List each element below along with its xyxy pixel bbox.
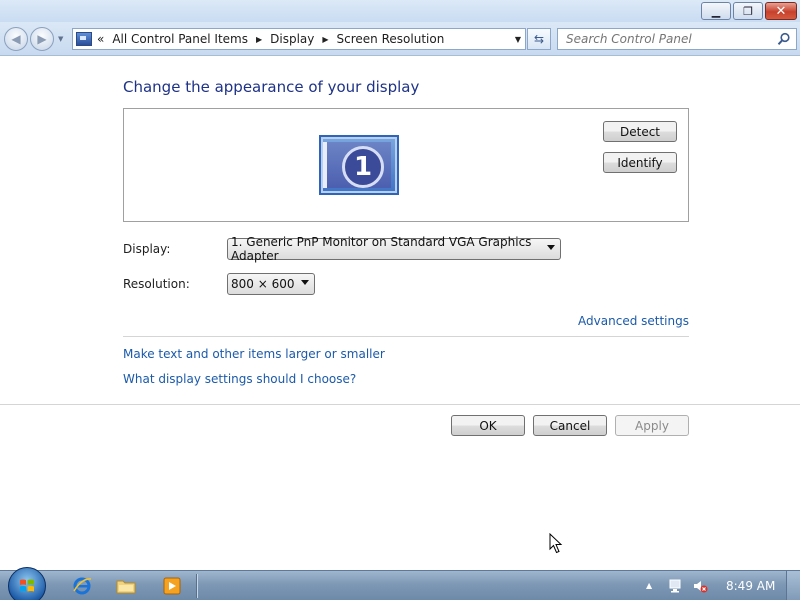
refresh-icon: ⇆ <box>533 32 545 46</box>
close-button[interactable]: ✕ <box>765 2 797 20</box>
ok-button[interactable]: OK <box>451 415 525 436</box>
control-panel-icon <box>76 32 92 46</box>
restore-button[interactable]: ❐ <box>733 2 763 20</box>
chevron-down-icon <box>547 245 555 250</box>
refresh-button[interactable]: ⇆ <box>527 28 551 50</box>
breadcrumb-overflow-icon[interactable]: « <box>97 32 104 46</box>
title-bar[interactable]: ▁ ❐ ✕ <box>0 0 800 22</box>
volume-muted-icon[interactable] <box>692 578 708 594</box>
back-button[interactable]: ◀ <box>4 27 28 51</box>
minimize-icon: ▁ <box>711 4 721 18</box>
display-select-value: 1. Generic PnP Monitor on Standard VGA G… <box>231 235 532 263</box>
network-icon[interactable] <box>668 578 684 594</box>
screen-resolution-window: ▁ ❐ ✕ ◀ ▶ ▼ « All Control Panel Items ▶ … <box>0 0 800 570</box>
internet-explorer-glyph <box>73 577 92 595</box>
show-hidden-icons-icon[interactable]: ▲ <box>646 581 652 590</box>
restore-icon: ❐ <box>743 4 753 18</box>
mouse-pointer-icon <box>549 533 563 554</box>
breadcrumb-item-screen-resolution[interactable]: Screen Resolution <box>337 32 445 46</box>
address-bar[interactable]: « All Control Panel Items ▶ Display ▶ Sc… <box>72 28 526 50</box>
display-label: Display: <box>123 242 171 256</box>
monitor-taskbar-strip <box>323 142 327 188</box>
taskbar-separator <box>196 574 198 598</box>
forward-button[interactable]: ▶ <box>30 27 54 51</box>
breadcrumb-item-display[interactable]: Display <box>270 32 314 46</box>
monitor-number-badge: 1 <box>342 146 384 188</box>
chevron-down-icon <box>301 280 309 285</box>
breadcrumb-separator-icon[interactable]: ▶ <box>322 35 328 44</box>
taskbar: ▲ 8:49 AM <box>0 567 800 600</box>
recent-pages-dropdown-icon[interactable]: ▼ <box>58 35 63 43</box>
resolution-select[interactable]: 800 × 600 <box>227 273 315 295</box>
monitor-arrangement-panel: 1 Detect Identify <box>123 108 689 222</box>
start-button[interactable] <box>8 567 46 600</box>
advanced-settings-link[interactable]: Advanced settings <box>578 314 689 328</box>
navigation-bar: ◀ ▶ ▼ « All Control Panel Items ▶ Displa… <box>0 22 800 56</box>
search-icon[interactable] <box>777 32 791 46</box>
search-input[interactable] <box>566 32 766 46</box>
taskbar-clock[interactable]: 8:49 AM <box>726 579 775 593</box>
monitor-1-thumbnail[interactable]: 1 <box>319 135 399 195</box>
resolution-select-value: 800 × 600 <box>231 277 295 291</box>
forward-arrow-icon: ▶ <box>37 32 47 46</box>
search-box[interactable] <box>557 28 797 50</box>
windows-media-player-icon[interactable] <box>152 574 192 598</box>
folder-glyph <box>116 580 136 594</box>
detect-button[interactable]: Detect <box>603 121 677 142</box>
address-dropdown-icon[interactable]: ▼ <box>515 35 521 44</box>
display-settings-help-link[interactable]: What display settings should I choose? <box>123 372 356 386</box>
windows-explorer-icon[interactable] <box>106 574 146 598</box>
resolution-label: Resolution: <box>123 277 190 291</box>
divider <box>123 336 689 337</box>
close-icon: ✕ <box>775 3 787 19</box>
show-desktop-button[interactable] <box>786 571 800 600</box>
breadcrumb-item-all-control-panel-items[interactable]: All Control Panel Items <box>112 32 248 46</box>
monitor-screen: 1 <box>327 142 391 188</box>
divider <box>0 404 800 405</box>
breadcrumb-separator-icon[interactable]: ▶ <box>256 35 262 44</box>
windows-logo-icon <box>20 579 34 592</box>
apply-button: Apply <box>615 415 689 436</box>
media-player-glyph <box>163 577 181 595</box>
minimize-button[interactable]: ▁ <box>701 2 731 20</box>
back-arrow-icon: ◀ <box>11 32 21 46</box>
internet-explorer-icon[interactable] <box>62 574 102 598</box>
text-size-link[interactable]: Make text and other items larger or smal… <box>123 347 385 361</box>
cancel-button[interactable]: Cancel <box>533 415 607 436</box>
monitor-number: 1 <box>353 152 373 182</box>
display-select[interactable]: 1. Generic PnP Monitor on Standard VGA G… <box>227 235 561 263</box>
page-title: Change the appearance of your display <box>123 78 420 96</box>
identify-button[interactable]: Identify <box>603 152 677 173</box>
